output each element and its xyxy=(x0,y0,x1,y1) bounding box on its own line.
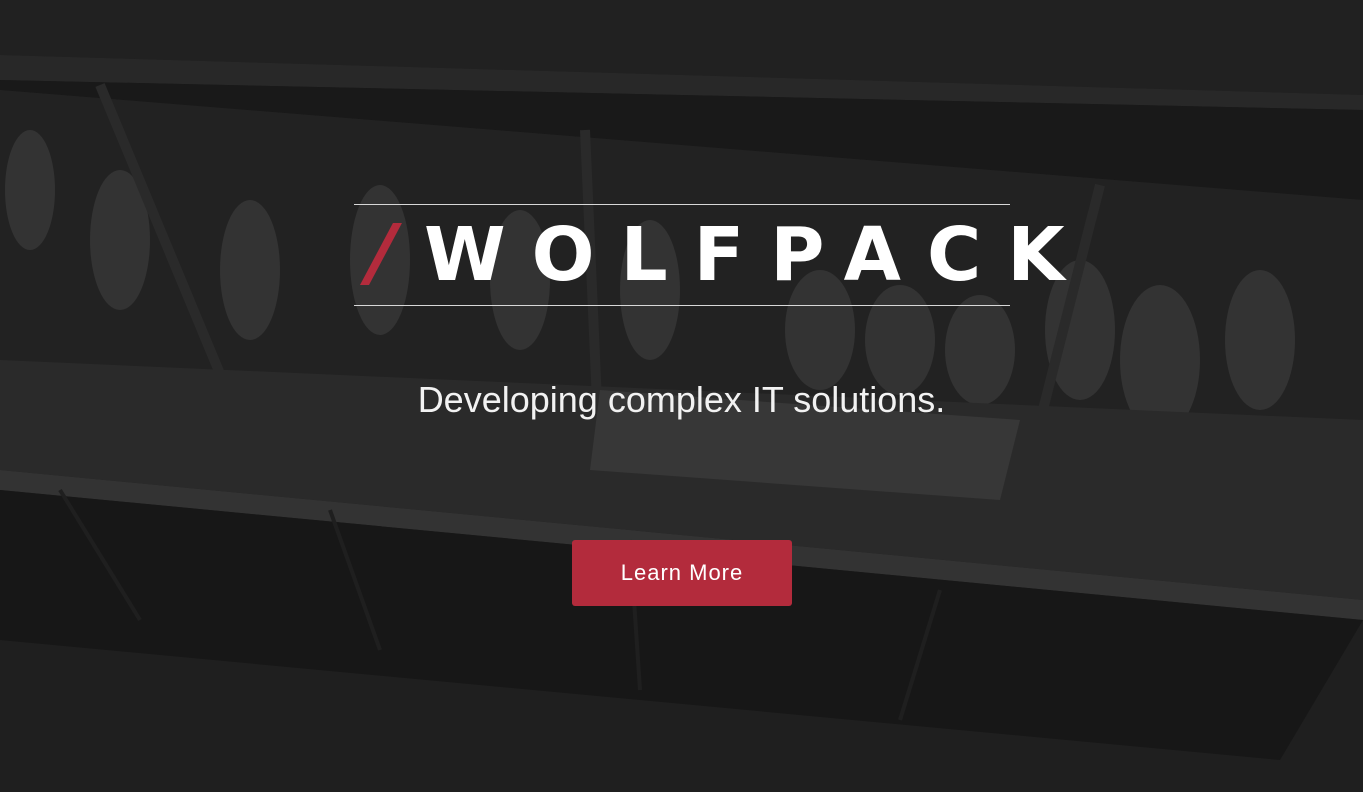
hero-tagline: Developing complex IT solutions. xyxy=(417,379,946,420)
wolfpack-logo: WOLFPACK xyxy=(354,204,1065,306)
logo-text: WOLFPACK xyxy=(424,212,1091,298)
hero-section: WOLFPACK Developing complex IT solutions… xyxy=(0,0,1363,792)
slash-icon xyxy=(360,223,402,285)
learn-more-button[interactable]: Learn More xyxy=(572,540,792,606)
